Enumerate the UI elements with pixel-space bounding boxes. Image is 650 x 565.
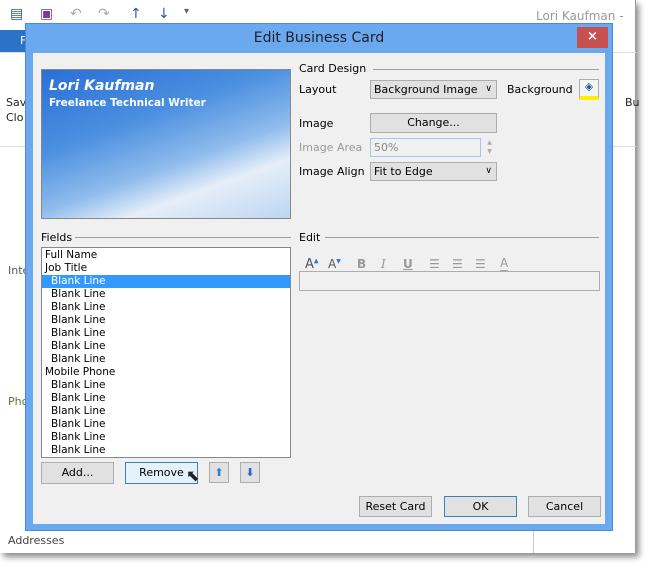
cancel-button[interactable]: Cancel xyxy=(528,496,601,517)
undo-icon[interactable]: ↶ xyxy=(70,6,82,22)
field-list-item[interactable]: Blank Line xyxy=(42,405,290,418)
card-preview: Lori Kaufman Freelance Technical Writer xyxy=(41,69,291,219)
underline-icon[interactable]: U xyxy=(403,257,413,271)
layout-label: Layout xyxy=(299,83,337,96)
divider xyxy=(533,530,534,553)
fields-label: Fields xyxy=(41,231,73,244)
field-list-item[interactable]: Blank Line xyxy=(42,301,290,314)
field-list-item[interactable]: Blank Line xyxy=(42,418,290,431)
bold-icon[interactable]: B xyxy=(357,257,366,271)
image-align-label: Image Align xyxy=(299,165,365,178)
field-list-item[interactable]: Blank Line xyxy=(42,392,290,405)
field-list-item[interactable]: Full Name xyxy=(42,249,290,262)
business-card-button[interactable]: Bu xyxy=(625,96,640,109)
move-up-button[interactable]: ⬆ xyxy=(209,462,229,483)
align-right-icon[interactable]: ☰ xyxy=(475,257,486,271)
italic-icon[interactable]: I xyxy=(381,257,386,271)
field-list-item[interactable]: Blank Line xyxy=(42,275,290,288)
grow-font-icon[interactable]: A▲ xyxy=(305,257,319,272)
add-button[interactable]: Add... xyxy=(41,462,114,484)
move-down-button[interactable]: ⬇ xyxy=(240,462,260,483)
field-list-item[interactable]: Blank Line xyxy=(42,353,290,366)
save-close-button[interactable]: Sav Clo xyxy=(6,95,26,125)
redo-icon[interactable]: ↷ xyxy=(98,6,110,22)
fields-list[interactable]: Full Name Job Title Blank Line Blank Line Bl… xyxy=(41,247,291,458)
previous-item-icon[interactable]: ↑ xyxy=(130,6,142,22)
ok-button[interactable]: OK xyxy=(444,496,517,517)
close-label: Clo xyxy=(6,111,24,124)
field-list-item[interactable]: Mobile Phone xyxy=(42,366,290,379)
image-align-select[interactable]: Fit to Edge ∨ xyxy=(370,162,497,181)
field-list-item[interactable]: Blank Line xyxy=(42,431,290,444)
edit-divider xyxy=(325,237,599,238)
align-left-icon[interactable]: ☰ xyxy=(429,257,440,271)
shrink-font-icon[interactable]: A▼ xyxy=(328,257,341,271)
save-icon[interactable]: ▣ xyxy=(40,6,53,22)
paint-bucket-icon: ◈ xyxy=(584,80,594,93)
edit-label: Edit xyxy=(299,231,321,244)
edit-business-card-dialog: Edit Business Card × Lori Kaufman Freela… xyxy=(25,23,613,531)
contact-icon[interactable]: ▤ xyxy=(10,6,23,22)
background-color-button[interactable]: ◈ xyxy=(579,79,599,100)
spin-up-icon[interactable]: ▲ xyxy=(483,138,496,147)
field-list-item[interactable]: Blank Line xyxy=(42,288,290,301)
field-list-item[interactable]: Blank Line xyxy=(42,327,290,340)
next-item-icon[interactable]: ↓ xyxy=(158,6,170,22)
image-area-spinner[interactable]: ▲ ▼ xyxy=(483,138,496,157)
image-area-input[interactable]: 50% xyxy=(370,138,481,157)
field-list-item[interactable]: Blank Line xyxy=(42,444,290,457)
layout-select[interactable]: Background Image ∨ xyxy=(370,80,497,99)
image-label: Image xyxy=(299,117,334,130)
close-button[interactable]: × xyxy=(577,27,608,48)
addresses-label: Addresses xyxy=(8,534,65,547)
arrow-down-icon: ⬇ xyxy=(245,466,255,479)
field-list-item[interactable]: Blank Line xyxy=(42,379,290,392)
reset-card-button[interactable]: Reset Card xyxy=(359,496,432,517)
change-image-button[interactable]: Change... xyxy=(370,113,497,133)
dialog-body: Lori Kaufman Freelance Technical Writer … xyxy=(33,53,605,524)
field-list-item[interactable]: Job Title xyxy=(42,262,290,275)
arrow-up-icon: ⬆ xyxy=(214,466,224,479)
align-center-icon[interactable]: ☰ xyxy=(452,257,463,271)
fields-divider xyxy=(75,237,291,238)
dialog-title: Edit Business Card xyxy=(253,30,385,46)
chevron-down-icon: ∨ xyxy=(485,84,492,94)
save-label: Sav xyxy=(6,96,27,109)
background-label: Background xyxy=(507,83,573,96)
customize-icon[interactable]: ▾ xyxy=(184,6,189,17)
card-name: Lori Kaufman xyxy=(49,78,155,94)
image-align-value: Fit to Edge xyxy=(374,165,433,178)
field-list-item[interactable]: Blank Line xyxy=(42,340,290,353)
layout-value: Background Image xyxy=(374,83,478,96)
image-area-label: Image Area xyxy=(299,141,363,154)
card-design-label: Card Design xyxy=(299,62,367,75)
edit-text-input[interactable] xyxy=(299,271,600,291)
chevron-down-icon: ∨ xyxy=(485,166,492,176)
field-list-item[interactable]: Blank Line xyxy=(42,314,290,327)
card-design-divider xyxy=(373,69,599,70)
spin-down-icon[interactable]: ▼ xyxy=(483,147,496,156)
card-job-title: Freelance Technical Writer xyxy=(49,97,206,109)
mouse-cursor-icon: ⬉ xyxy=(186,466,200,485)
